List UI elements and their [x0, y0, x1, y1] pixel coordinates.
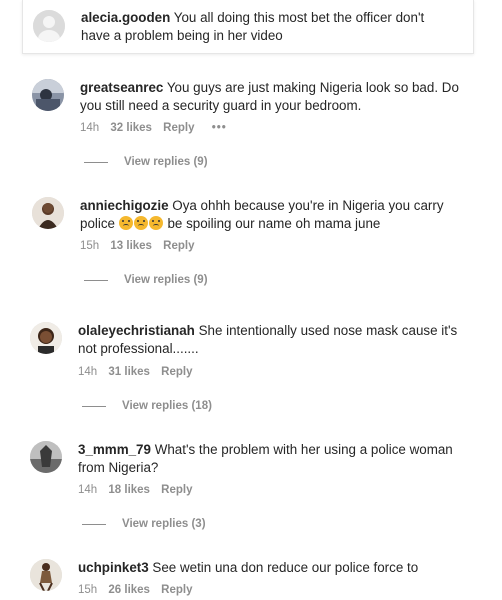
comment-likes[interactable]: 13 likes [110, 240, 152, 252]
avatar[interactable] [33, 10, 65, 42]
avatar[interactable] [30, 559, 62, 591]
reply-button[interactable]: Reply [163, 240, 194, 252]
avatar[interactable] [32, 79, 64, 111]
comment-likes[interactable]: 32 likes [110, 122, 152, 134]
comment-text: 3_mmm_79 What's the problem with her usi… [78, 442, 453, 457]
worried-face-emoji-icon [148, 216, 163, 230]
comment-meta: 15h 26 likes Reply [78, 584, 201, 596]
view-replies-button[interactable]: View replies (9) [84, 274, 208, 286]
divider-line [82, 523, 106, 525]
profile-photo-icon [30, 322, 62, 354]
comment-username[interactable]: anniechigozie [80, 198, 169, 213]
comment-meta: 15h 13 likes Reply [80, 240, 203, 252]
comment-likes[interactable]: 18 likes [108, 484, 150, 496]
comment-meta: 14h 18 likes Reply [78, 484, 201, 496]
profile-photo-icon [30, 441, 62, 473]
default-avatar-icon [33, 10, 65, 42]
comment-time[interactable]: 14h [78, 484, 97, 496]
comment-time[interactable]: 14h [78, 366, 97, 378]
top-comment-card: alecia.gooden You all doing this most be… [22, 0, 474, 54]
avatar[interactable] [32, 197, 64, 229]
reply-button[interactable]: Reply [161, 484, 192, 496]
comment-text: olaleyechristianah She intentionally use… [78, 323, 458, 338]
comment-meta: 14h 32 likes Reply ••• [80, 122, 235, 134]
view-replies-button[interactable]: View replies (3) [82, 518, 206, 530]
profile-photo-icon [32, 197, 64, 229]
profile-photo-icon [30, 559, 62, 591]
divider-line [82, 405, 106, 407]
comment-time[interactable]: 15h [78, 584, 97, 596]
comment-text-line2: not professional....... [78, 341, 199, 356]
comment-time[interactable]: 15h [80, 240, 99, 252]
reply-button[interactable]: Reply [163, 122, 194, 134]
more-options-icon[interactable]: ••• [212, 122, 227, 134]
comment-username[interactable]: uchpinket3 [78, 560, 149, 575]
comment-username[interactable]: 3_mmm_79 [78, 442, 151, 457]
comment-text: uchpinket3 See wetin una don reduce our … [78, 560, 419, 575]
comment-text-line2: from Nigeria? [78, 460, 159, 475]
reply-button[interactable]: Reply [161, 366, 192, 378]
comment-likes[interactable]: 26 likes [108, 584, 150, 596]
comment-text-line2: you still need a security guard in your … [80, 98, 362, 113]
avatar[interactable] [30, 441, 62, 473]
worried-face-emoji-icon [133, 216, 148, 230]
reply-button[interactable]: Reply [161, 584, 192, 596]
comment-likes[interactable]: 31 likes [108, 366, 150, 378]
comment-text: greatseanrec You guys are just making Ni… [80, 80, 459, 95]
comment-username[interactable]: olaleyechristianah [78, 323, 195, 338]
worried-face-emoji-icon [118, 216, 133, 230]
profile-photo-icon [32, 79, 64, 111]
view-replies-button[interactable]: View replies (18) [82, 400, 212, 412]
avatar[interactable] [30, 322, 62, 354]
divider-line [84, 279, 108, 281]
divider-line [84, 161, 108, 163]
comment-username[interactable]: alecia.gooden [81, 10, 170, 25]
comment-text: alecia.gooden You all doing this most be… [81, 10, 425, 25]
comment-text: anniechigozie Oya ohhh because you're in… [80, 198, 444, 213]
comment-meta: 14h 31 likes Reply [78, 366, 201, 378]
comment-text-line2: have a problem being in her video [81, 28, 283, 43]
view-replies-button[interactable]: View replies (9) [84, 156, 208, 168]
comment-time[interactable]: 14h [80, 122, 99, 134]
comment-username[interactable]: greatseanrec [80, 80, 163, 95]
comment-text-line2: police be spoiling our name oh mama june [80, 216, 381, 231]
